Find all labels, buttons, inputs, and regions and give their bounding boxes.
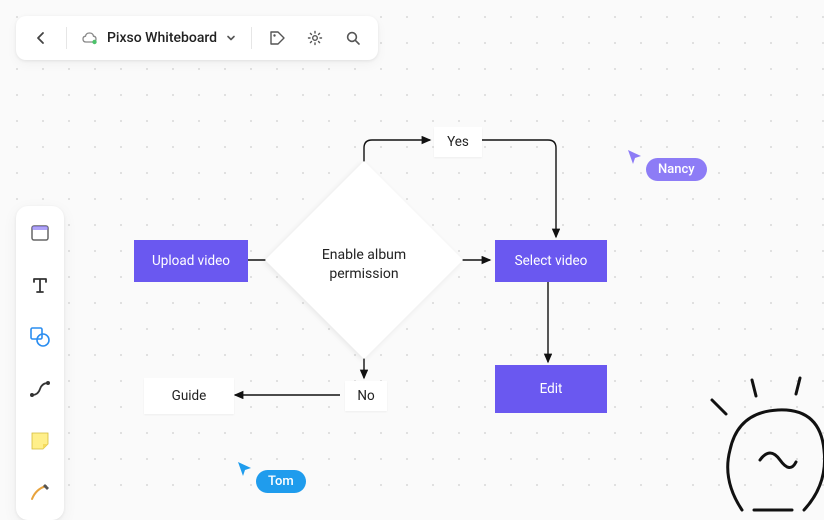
tool-connector[interactable] (23, 372, 57, 406)
lightbulb-illustration (682, 350, 824, 520)
back-button[interactable] (24, 21, 58, 55)
node-yes[interactable]: Yes (434, 127, 482, 157)
node-guide[interactable]: Guide (144, 378, 234, 414)
node-label: Guide (172, 387, 207, 405)
tool-sticky-note[interactable] (23, 424, 57, 458)
cursor-label: Nancy (646, 158, 707, 181)
node-select-video[interactable]: Select video (495, 240, 607, 282)
file-title: Pixso Whiteboard (107, 30, 217, 46)
gear-icon (306, 29, 324, 47)
cursor-nancy: Nancy (626, 148, 707, 181)
settings-button[interactable] (298, 21, 332, 55)
node-label: Select video (515, 252, 588, 270)
cursor-tom: Tom (236, 460, 306, 493)
search-icon (344, 29, 362, 47)
node-label: Upload video (152, 252, 230, 270)
topbar: Pixso Whiteboard (16, 16, 378, 60)
cloud-icon (81, 29, 99, 47)
sticky-note-icon (29, 430, 51, 452)
separator (66, 27, 67, 49)
node-label: No (357, 387, 374, 405)
node-edit[interactable]: Edit (495, 365, 607, 413)
search-button[interactable] (336, 21, 370, 55)
cursor-icon (236, 460, 254, 478)
tag-icon (268, 29, 286, 47)
tool-shape[interactable] (23, 320, 57, 354)
toolbar (16, 206, 64, 520)
text-icon (29, 274, 51, 296)
cursor-icon (626, 148, 644, 166)
tag-button[interactable] (260, 21, 294, 55)
node-upload-video[interactable]: Upload video (134, 240, 248, 282)
file-title-dropdown[interactable]: Pixso Whiteboard (75, 29, 243, 47)
node-label: Yes (447, 133, 469, 151)
layout-icon (29, 222, 51, 244)
tool-pen[interactable] (23, 476, 57, 510)
cursor-label: Tom (256, 470, 306, 493)
shape-icon (28, 325, 52, 349)
tool-text[interactable] (23, 268, 57, 302)
canvas[interactable]: Upload video Enable album permission Yes… (0, 0, 824, 500)
separator (251, 27, 252, 49)
node-no[interactable]: No (345, 381, 387, 411)
node-label: Edit (540, 380, 563, 398)
pen-icon (28, 481, 52, 505)
connector-icon (28, 377, 52, 401)
node-enable-permission-label: Enable album permission (294, 246, 434, 284)
tool-layout[interactable] (23, 216, 57, 250)
chevron-left-icon (33, 30, 49, 46)
chevron-down-icon (225, 32, 237, 44)
